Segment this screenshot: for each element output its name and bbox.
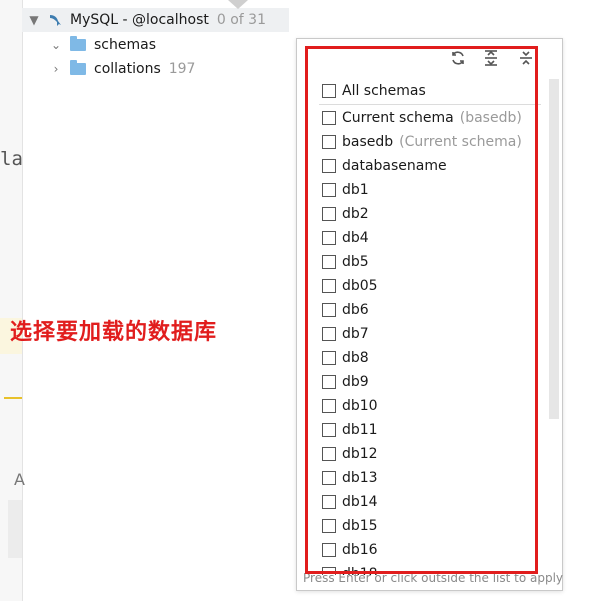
tree-connection[interactable]: ▼ MySQL - @localhost 0 of 31 xyxy=(26,8,266,32)
chevron-down-icon[interactable]: ⌄ xyxy=(48,38,64,52)
tree-item-collations[interactable]: › collations 197 xyxy=(48,57,195,81)
popup-scrollbar[interactable] xyxy=(549,79,559,419)
editor-block xyxy=(8,500,22,558)
annotation-text: 选择要加载的数据库 xyxy=(10,320,218,345)
connection-count: 0 of 31 xyxy=(216,12,266,28)
tree-item-label: collations xyxy=(94,61,161,77)
editor-partial-text: la xyxy=(0,148,23,170)
mysql-dolphin-icon xyxy=(48,12,64,28)
folder-icon xyxy=(70,36,86,51)
tree-item-count: 197 xyxy=(168,61,196,77)
tree-item-label: schemas xyxy=(94,37,156,53)
editor-partial-letter: A xyxy=(14,470,25,489)
tree-item-schemas[interactable]: ⌄ schemas xyxy=(48,33,156,57)
editor-underline xyxy=(4,397,22,399)
folder-icon xyxy=(70,60,86,75)
annotation-highlight-box xyxy=(305,46,538,574)
chevron-right-icon[interactable]: › xyxy=(48,62,64,76)
chevron-down-icon[interactable]: ▼ xyxy=(26,13,42,27)
connection-name: MySQL - @localhost xyxy=(70,12,209,28)
